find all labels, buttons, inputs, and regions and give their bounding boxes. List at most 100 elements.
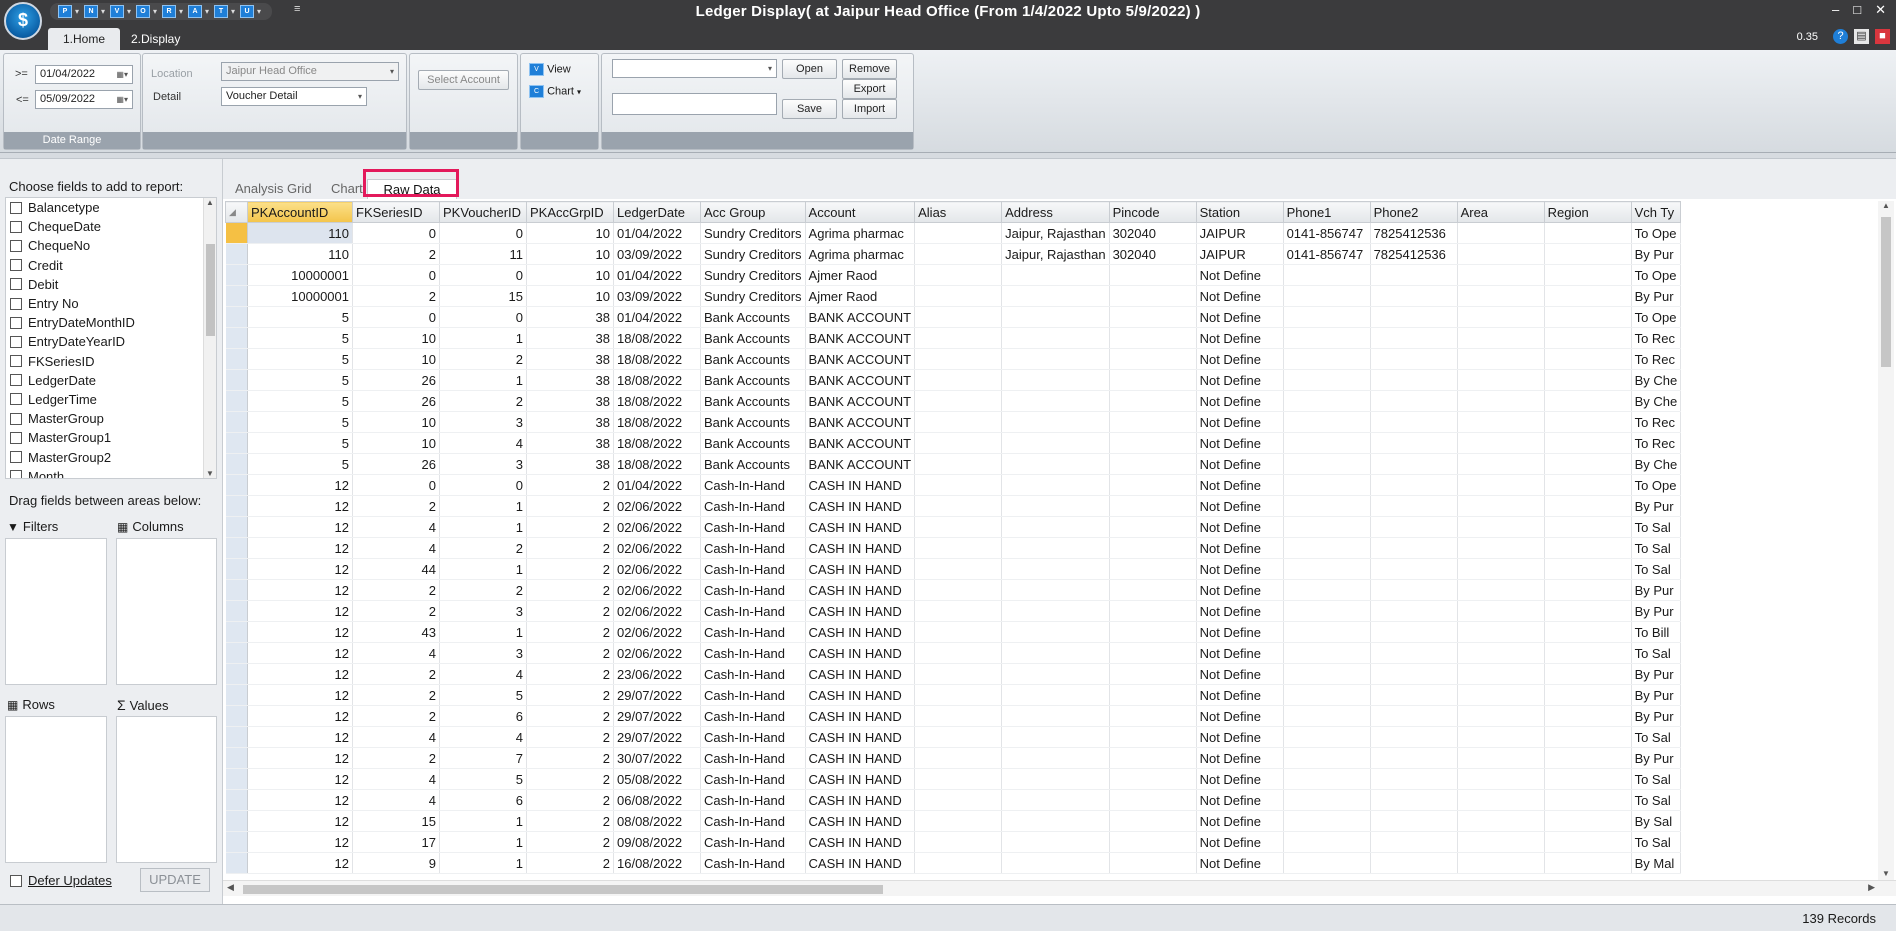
table-cell[interactable]: To Rec bbox=[1631, 432, 1682, 454]
table-cell[interactable]: By Pur bbox=[1631, 747, 1682, 769]
table-cell[interactable]: 2 bbox=[439, 537, 527, 559]
table-row[interactable]: 5 26 3 38 18/08/2022 Bank Accounts BANK ACCOUN… bbox=[225, 453, 1682, 475]
table-cell[interactable]: Not Define bbox=[1196, 726, 1284, 748]
checkbox[interactable] bbox=[10, 355, 22, 368]
table-cell[interactable]: 29/07/2022 bbox=[613, 684, 701, 706]
table-cell[interactable] bbox=[1109, 768, 1197, 790]
row-header[interactable] bbox=[225, 579, 248, 601]
table-cell[interactable]: By Pur bbox=[1631, 495, 1682, 517]
table-row[interactable]: 12 44 1 2 02/06/2022 Cash-In-Hand CASH IN HAND… bbox=[225, 558, 1682, 580]
table-cell[interactable] bbox=[1283, 705, 1371, 727]
table-cell[interactable]: 110 bbox=[247, 243, 353, 265]
table-cell[interactable]: 12 bbox=[247, 726, 353, 748]
field-item[interactable]: Entry No bbox=[6, 294, 216, 313]
table-cell[interactable] bbox=[914, 369, 1003, 391]
table-cell[interactable]: 18/08/2022 bbox=[613, 411, 701, 433]
table-cell[interactable] bbox=[1544, 537, 1632, 559]
table-cell[interactable]: Cash-In-Hand bbox=[700, 537, 806, 559]
table-cell[interactable] bbox=[1457, 684, 1545, 706]
checkbox[interactable] bbox=[10, 451, 22, 464]
field-item[interactable]: EntryDateMonthID bbox=[6, 313, 216, 332]
table-cell[interactable] bbox=[1457, 306, 1545, 328]
row-header[interactable] bbox=[225, 306, 248, 328]
table-cell[interactable] bbox=[1109, 495, 1197, 517]
table-cell[interactable]: Not Define bbox=[1196, 831, 1284, 853]
table-cell[interactable] bbox=[1457, 621, 1545, 643]
table-row[interactable]: 12 2 1 2 02/06/2022 Cash-In-Hand CASH IN HAND N… bbox=[225, 495, 1682, 517]
table-cell[interactable]: 01/04/2022 bbox=[613, 264, 701, 286]
table-cell[interactable]: 12 bbox=[247, 705, 353, 727]
remove-button[interactable]: Remove bbox=[842, 59, 897, 79]
table-cell[interactable]: Not Define bbox=[1196, 747, 1284, 769]
table-cell[interactable] bbox=[1457, 369, 1545, 391]
table-cell[interactable] bbox=[1370, 810, 1458, 832]
table-cell[interactable] bbox=[1457, 642, 1545, 664]
table-row[interactable]: 5 10 3 38 18/08/2022 Bank Accounts BANK ACCOUN… bbox=[225, 411, 1682, 433]
column-header[interactable]: Address bbox=[1001, 201, 1110, 223]
table-cell[interactable]: Jaipur, Rajasthan bbox=[1001, 222, 1110, 244]
chevron-down-icon[interactable]: ▾ bbox=[176, 7, 186, 16]
table-cell[interactable]: 2 bbox=[526, 516, 614, 538]
table-cell[interactable] bbox=[1457, 390, 1545, 412]
table-cell[interactable]: 02/06/2022 bbox=[613, 558, 701, 580]
table-cell[interactable] bbox=[1370, 726, 1458, 748]
table-cell[interactable] bbox=[1001, 600, 1110, 622]
table-cell[interactable] bbox=[1109, 432, 1197, 454]
table-cell[interactable] bbox=[914, 285, 1003, 307]
row-header[interactable] bbox=[225, 726, 248, 748]
table-cell[interactable]: 12 bbox=[247, 831, 353, 853]
table-cell[interactable]: Sundry Creditors bbox=[700, 264, 806, 286]
column-header[interactable]: Alias bbox=[914, 201, 1003, 223]
table-cell[interactable]: 1 bbox=[439, 852, 527, 874]
table-cell[interactable] bbox=[1457, 705, 1545, 727]
table-cell[interactable]: 30/07/2022 bbox=[613, 747, 701, 769]
table-cell[interactable]: To Sal bbox=[1631, 831, 1682, 853]
table-cell[interactable] bbox=[1457, 663, 1545, 685]
qat-item[interactable]: V ▾ bbox=[110, 4, 134, 19]
table-cell[interactable] bbox=[914, 453, 1003, 475]
table-cell[interactable]: 2 bbox=[526, 768, 614, 790]
table-cell[interactable]: 02/06/2022 bbox=[613, 516, 701, 538]
table-cell[interactable] bbox=[1457, 768, 1545, 790]
field-item[interactable]: ChequeNo bbox=[6, 236, 216, 255]
table-cell[interactable] bbox=[1370, 264, 1458, 286]
field-item[interactable]: Debit bbox=[6, 275, 216, 294]
qat-item[interactable]: A ▾ bbox=[188, 4, 212, 19]
table-cell[interactable]: 2 bbox=[526, 852, 614, 874]
table-cell[interactable] bbox=[1109, 642, 1197, 664]
table-cell[interactable] bbox=[1370, 663, 1458, 685]
table-cell[interactable] bbox=[1001, 558, 1110, 580]
table-cell[interactable] bbox=[1283, 453, 1371, 475]
row-header[interactable] bbox=[225, 432, 248, 454]
chevron-down-icon[interactable]: ▾ bbox=[98, 7, 108, 16]
table-cell[interactable] bbox=[1283, 558, 1371, 580]
table-cell[interactable]: 2 bbox=[439, 348, 527, 370]
table-row[interactable]: 12 4 1 2 02/06/2022 Cash-In-Hand CASH IN HAND N… bbox=[225, 516, 1682, 538]
table-cell[interactable] bbox=[1109, 537, 1197, 559]
table-cell[interactable] bbox=[1001, 306, 1110, 328]
row-header[interactable] bbox=[225, 621, 248, 643]
table-cell[interactable]: Agrima pharmac bbox=[805, 243, 916, 265]
table-cell[interactable]: 5 bbox=[247, 348, 353, 370]
table-cell[interactable]: Bank Accounts bbox=[700, 369, 806, 391]
table-cell[interactable] bbox=[1544, 789, 1632, 811]
table-cell[interactable] bbox=[1370, 369, 1458, 391]
table-cell[interactable]: 9 bbox=[352, 852, 440, 874]
table-cell[interactable] bbox=[1544, 579, 1632, 601]
table-cell[interactable] bbox=[1001, 726, 1110, 748]
table-cell[interactable]: 2 bbox=[526, 642, 614, 664]
table-cell[interactable]: To Sal bbox=[1631, 726, 1682, 748]
raw-data-grid[interactable]: ◢ PKAccountID FKSeriesID PKVoucherID PKAccGr… bbox=[225, 201, 1877, 880]
column-header[interactable]: Phone2 bbox=[1369, 201, 1458, 223]
field-item[interactable]: MasterGroup1 bbox=[6, 428, 216, 447]
table-cell[interactable]: BANK ACCOUNT bbox=[805, 369, 916, 391]
table-cell[interactable] bbox=[1283, 621, 1371, 643]
table-cell[interactable]: Cash-In-Hand bbox=[700, 705, 806, 727]
table-cell[interactable]: Cash-In-Hand bbox=[700, 663, 806, 685]
table-cell[interactable]: Sundry Creditors bbox=[700, 285, 806, 307]
checkbox[interactable] bbox=[10, 412, 22, 425]
table-cell[interactable] bbox=[1109, 390, 1197, 412]
table-cell[interactable] bbox=[1457, 327, 1545, 349]
table-cell[interactable] bbox=[914, 852, 1003, 874]
table-cell[interactable] bbox=[1109, 306, 1197, 328]
